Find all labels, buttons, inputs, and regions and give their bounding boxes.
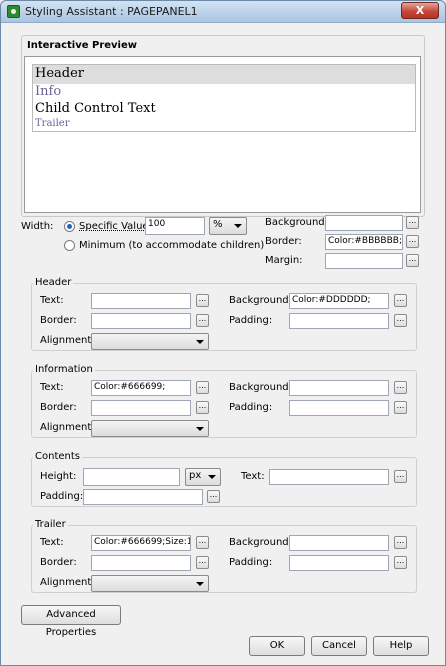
info-border-label: Border: [40, 402, 77, 413]
contents-padding-input[interactable] [83, 489, 203, 505]
information-group-title: Information [33, 364, 95, 375]
info-padding-browse-button[interactable]: ... [394, 401, 407, 414]
panel-border-browse-button[interactable]: ... [406, 235, 419, 248]
contents-padding-browse-button[interactable]: ... [207, 490, 220, 503]
preview-title: Interactive Preview [27, 40, 138, 51]
info-text-label: Text: [40, 382, 64, 393]
trailer-text-browse-button[interactable]: ... [196, 536, 209, 549]
header-background-browse-button[interactable]: ... [394, 294, 407, 307]
preview-trailer[interactable]: Trailer [33, 118, 415, 129]
minimum-label[interactable]: Minimum (to accommodate children) [79, 240, 264, 251]
header-border-browse-button[interactable]: ... [196, 314, 209, 327]
cancel-button[interactable]: Cancel [311, 636, 367, 656]
width-unit-value: % [213, 219, 223, 230]
chevron-down-icon [196, 340, 204, 344]
panel-margin-browse-button[interactable]: ... [406, 254, 419, 267]
trailer-background-label: Background: [229, 537, 293, 548]
trailer-padding-browse-button[interactable]: ... [394, 556, 407, 569]
trailer-text-input[interactable]: Color:#666699;Size:1 [91, 535, 191, 551]
ok-button[interactable]: OK [249, 636, 305, 656]
contents-height-unit-select[interactable]: px [185, 468, 221, 486]
trailer-padding-input[interactable] [289, 555, 389, 571]
header-background-label: Background: [229, 295, 293, 306]
panel-border-label: Border: [265, 236, 302, 247]
info-border-input[interactable] [91, 400, 191, 416]
header-alignment-label: Alignment: [40, 335, 95, 346]
trailer-background-browse-button[interactable]: ... [394, 536, 407, 549]
header-group-title: Header [33, 277, 74, 288]
chevron-down-icon [234, 224, 242, 228]
info-background-input[interactable] [289, 380, 389, 396]
contents-height-input[interactable] [83, 468, 180, 486]
header-border-label: Border: [40, 315, 77, 326]
window-title: Styling Assistant : PAGEPANEL1 [25, 5, 198, 18]
width-label: Width: [21, 221, 54, 232]
interactive-preview-group: Interactive Preview Header Info Child Co… [21, 35, 425, 217]
help-button[interactable]: Help [373, 636, 429, 656]
styling-assistant-window: Styling Assistant : PAGEPANEL1 X Interac… [0, 0, 446, 666]
header-alignment-select[interactable] [91, 333, 209, 350]
trailer-border-input[interactable] [91, 555, 191, 571]
contents-text-label: Text: [241, 471, 265, 482]
width-value-input[interactable]: 100 [145, 217, 205, 235]
contents-height-label: Height: [40, 471, 77, 482]
info-text-input[interactable]: Color:#666699; [91, 380, 191, 396]
info-padding-input[interactable] [289, 400, 389, 416]
dialog-body: Interactive Preview Header Info Child Co… [7, 25, 439, 659]
header-padding-input[interactable] [289, 313, 389, 329]
header-text-input[interactable] [91, 293, 191, 309]
info-border-browse-button[interactable]: ... [196, 401, 209, 414]
header-padding-label: Padding: [229, 315, 273, 326]
header-text-label: Text: [40, 295, 64, 306]
advanced-properties-button[interactable]: Advanced Properties [21, 605, 121, 638]
title-bar[interactable]: Styling Assistant : PAGEPANEL1 X [1, 1, 445, 23]
info-background-browse-button[interactable]: ... [394, 381, 407, 394]
trailer-padding-label: Padding: [229, 557, 273, 568]
header-text-browse-button[interactable]: ... [196, 294, 209, 307]
contents-padding-label: Padding: [40, 491, 84, 502]
width-unit-select[interactable]: % [209, 217, 247, 235]
contents-text-input[interactable] [269, 469, 389, 485]
contents-text-browse-button[interactable]: ... [394, 470, 407, 483]
close-button[interactable]: X [401, 2, 439, 19]
info-alignment-select[interactable] [91, 420, 209, 437]
header-background-input[interactable]: Color:#DDDDDD; [289, 293, 389, 309]
chevron-down-icon [196, 582, 204, 586]
info-background-label: Background: [229, 382, 293, 393]
info-padding-label: Padding: [229, 402, 273, 413]
info-alignment-label: Alignment: [40, 422, 95, 433]
minimum-radio[interactable] [64, 240, 75, 251]
specific-value-radio[interactable] [64, 221, 75, 232]
panel-border-input[interactable]: Color:#BBBBBB;/ [325, 234, 403, 250]
specific-value-label[interactable]: Specific Value [79, 221, 149, 232]
contents-height-unit-value: px [189, 470, 202, 481]
app-icon [7, 5, 20, 18]
panel-margin-label: Margin: [265, 255, 303, 266]
panel-background-browse-button[interactable]: ... [406, 216, 419, 229]
trailer-group-title: Trailer [33, 519, 68, 530]
preview-info[interactable]: Info [33, 84, 415, 101]
preview-area: Header Info Child Control Text Trailer [24, 56, 421, 213]
trailer-text-label: Text: [40, 537, 64, 548]
trailer-alignment-label: Alignment: [40, 577, 95, 588]
preview-header[interactable]: Header [33, 65, 415, 84]
chevron-down-icon [208, 475, 216, 479]
panel-background-input[interactable] [325, 215, 403, 231]
info-text-browse-button[interactable]: ... [196, 381, 209, 394]
trailer-background-input[interactable] [289, 535, 389, 551]
preview-child-text[interactable]: Child Control Text [33, 101, 415, 118]
contents-group-title: Contents [33, 451, 82, 462]
header-padding-browse-button[interactable]: ... [394, 314, 407, 327]
header-border-input[interactable] [91, 313, 191, 329]
trailer-border-label: Border: [40, 557, 77, 568]
trailer-alignment-select[interactable] [91, 575, 209, 592]
chevron-down-icon [196, 427, 204, 431]
panel-margin-input[interactable] [325, 253, 403, 269]
trailer-border-browse-button[interactable]: ... [196, 556, 209, 569]
preview-panel: Header Info Child Control Text Trailer [32, 64, 416, 132]
panel-background-label: Background: [265, 217, 329, 228]
